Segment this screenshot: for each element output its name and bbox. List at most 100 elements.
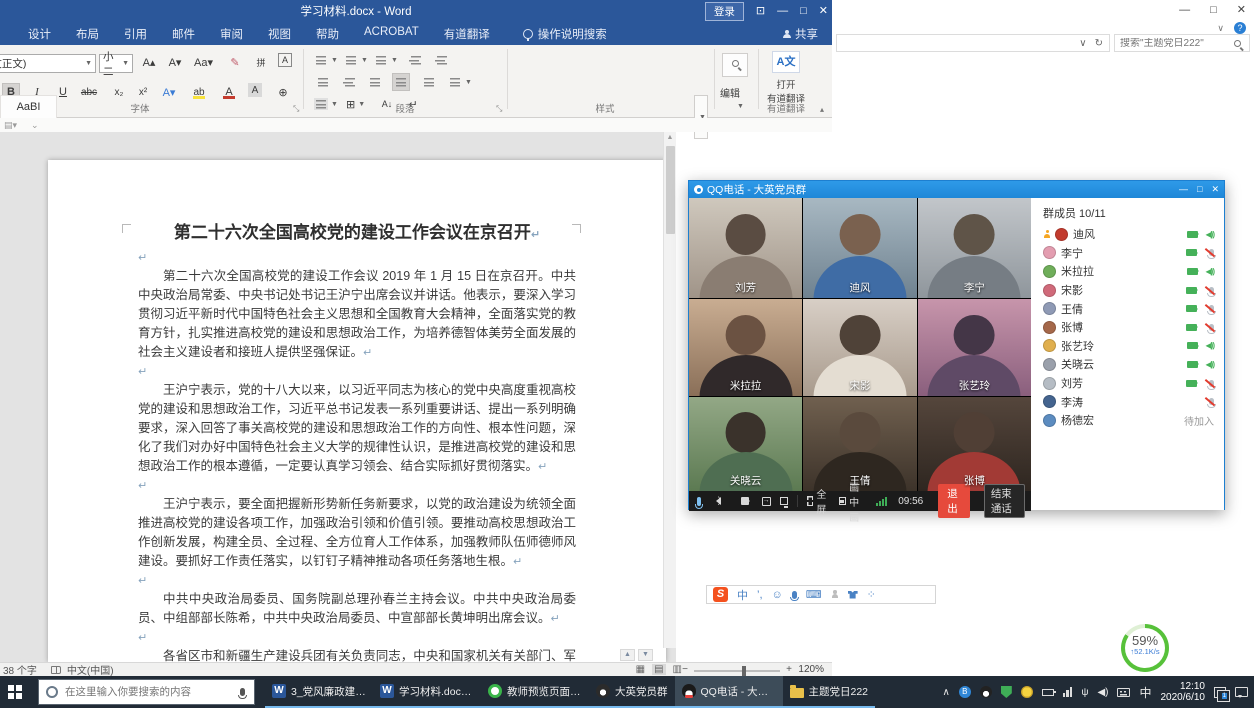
find-button[interactable] bbox=[722, 53, 748, 77]
zoom-in-button[interactable]: + bbox=[786, 664, 792, 675]
word-menu-tab[interactable]: ACROBAT bbox=[364, 26, 419, 42]
font-color-button[interactable]: A bbox=[220, 83, 238, 101]
explorer-search-input[interactable] bbox=[1115, 38, 1234, 49]
help-icon[interactable]: ? bbox=[1234, 22, 1246, 34]
shrink-font-button[interactable]: A▾ bbox=[166, 53, 184, 71]
subscript-button[interactable]: x₂ bbox=[110, 83, 128, 101]
input-language-indicator[interactable]: 中 bbox=[1139, 684, 1151, 701]
video-tile[interactable]: 迪风 bbox=[803, 198, 916, 298]
video-tile[interactable]: 刘芳 bbox=[689, 198, 802, 298]
word-menu-tab[interactable]: 帮助 bbox=[316, 26, 339, 42]
member-row[interactable]: 关晓云 bbox=[1031, 355, 1224, 374]
shading-button[interactable]: ▼ bbox=[314, 95, 338, 113]
security-shield-icon[interactable] bbox=[1001, 686, 1012, 698]
member-row[interactable]: 刘芳 bbox=[1031, 374, 1224, 393]
word-count[interactable]: 38 个字 bbox=[3, 662, 37, 677]
vertical-scrollbar[interactable]: ▲ bbox=[663, 132, 676, 648]
character-border-button[interactable]: A bbox=[278, 53, 292, 67]
video-tile[interactable]: 米拉拉 bbox=[689, 299, 802, 396]
zoom-out-button[interactable]: − bbox=[682, 664, 688, 675]
bullets-button[interactable]: ▼ bbox=[314, 51, 338, 69]
numbering-button[interactable]: ▼ bbox=[344, 51, 368, 69]
multilevel-list-button[interactable]: ▼ bbox=[374, 51, 398, 69]
qq-minimize-button[interactable]: — bbox=[1179, 184, 1188, 195]
word-menu-tab[interactable]: 视图 bbox=[268, 26, 291, 42]
distribute-button[interactable] bbox=[420, 73, 438, 91]
qq-maximize-button[interactable]: □ bbox=[1197, 184, 1202, 195]
word-menu-tab[interactable]: 审阅 bbox=[220, 26, 243, 42]
highlight-color-button[interactable]: ab bbox=[190, 83, 208, 101]
scrollbar-thumb[interactable] bbox=[666, 146, 675, 234]
justify-button[interactable] bbox=[392, 73, 410, 91]
qq-tray-icon[interactable] bbox=[980, 686, 992, 698]
word-login-button[interactable]: 登录 bbox=[705, 2, 744, 21]
qq-title-bar[interactable]: QQ电话 - 大英党员群 — □ ✕ bbox=[689, 181, 1224, 198]
soft-keyboard-icon[interactable]: ⌨ bbox=[806, 588, 822, 601]
voice-input-icon[interactable] bbox=[792, 591, 797, 599]
styles-more-button[interactable]: ▼ bbox=[694, 95, 708, 139]
decrease-indent-button[interactable] bbox=[406, 51, 424, 69]
sogou-logo-icon[interactable]: S bbox=[713, 587, 728, 602]
print-layout-button[interactable]: ▤ bbox=[652, 664, 665, 675]
refresh-icon[interactable]: ↻ bbox=[1095, 38, 1103, 49]
character-shading-button[interactable]: A bbox=[248, 83, 262, 97]
member-row[interactable]: 宋影 bbox=[1031, 281, 1224, 300]
zoom-slider[interactable] bbox=[694, 670, 780, 672]
expand-ribbon-icon[interactable]: ∨ bbox=[1217, 23, 1224, 34]
edit-menu-caret-icon[interactable]: ▼ bbox=[730, 97, 748, 115]
emoji-icon[interactable]: ☺ bbox=[772, 589, 783, 601]
video-tile[interactable]: 张博 bbox=[918, 397, 1031, 491]
microphone-icon[interactable] bbox=[697, 497, 701, 506]
taskbar-app-button[interactable]: 主题党日222 bbox=[783, 676, 876, 708]
fullscreen-button[interactable]: 全屏 bbox=[807, 486, 830, 516]
taskbar-app-button[interactable]: 教师预览页面 - 36... bbox=[481, 676, 589, 708]
scroll-up-icon[interactable]: ▲ bbox=[664, 132, 676, 141]
clock[interactable]: 12:10 2020/6/10 bbox=[1161, 681, 1206, 703]
line-spacing-button[interactable]: ▼ bbox=[448, 73, 472, 91]
align-left-button[interactable] bbox=[314, 73, 332, 91]
action-center-icon[interactable] bbox=[1235, 687, 1248, 697]
word-menu-tab[interactable]: 布局 bbox=[76, 26, 99, 42]
explorer-maximize-button[interactable]: □ bbox=[1210, 4, 1217, 16]
previous-page-button[interactable]: ▲ bbox=[620, 649, 635, 661]
youdao-translate-icon[interactable]: A文 bbox=[772, 51, 800, 73]
share-window-icon[interactable]: → bbox=[762, 497, 771, 506]
font-name-combo[interactable]: 线 (中文正文)▼ bbox=[0, 54, 96, 73]
phonetic-guide-button[interactable]: 拼 bbox=[252, 53, 270, 71]
member-row[interactable]: 王倩 bbox=[1031, 299, 1224, 318]
borders-button[interactable]: ⊞▼ bbox=[346, 95, 365, 113]
video-tile[interactable]: 王倩 bbox=[803, 397, 916, 491]
word-menu-tab[interactable]: 引用 bbox=[124, 26, 147, 42]
word-menu-tab[interactable]: 有道翻译 bbox=[444, 26, 490, 42]
font-dialog-launcher-icon[interactable]: ⤡ bbox=[293, 104, 299, 114]
account-icon[interactable] bbox=[831, 590, 839, 599]
camera-icon[interactable] bbox=[741, 497, 749, 505]
superscript-button[interactable]: x² bbox=[134, 83, 152, 101]
exit-call-button[interactable]: 退出 bbox=[938, 484, 970, 518]
taskbar-app-button[interactable]: 大英党员群 bbox=[589, 676, 675, 708]
video-tile[interactable]: 李宁 bbox=[918, 198, 1031, 298]
member-row[interactable]: 李涛 bbox=[1031, 392, 1224, 411]
grow-font-button[interactable]: A▴ bbox=[140, 53, 158, 71]
read-mode-button[interactable]: ▦ bbox=[636, 664, 645, 675]
taskbar-app-button[interactable]: QQ电话 - 大英党... bbox=[675, 676, 783, 708]
language-status[interactable]: 中文(中国) bbox=[67, 662, 114, 677]
battery-icon[interactable] bbox=[1042, 689, 1054, 696]
member-row[interactable]: 杨德宏 待加入 bbox=[1031, 411, 1224, 430]
text-effects-button[interactable]: A▾ bbox=[160, 83, 178, 101]
explorer-close-button[interactable]: ✕ bbox=[1237, 3, 1246, 16]
hidden-icons-chevron[interactable]: ∧ bbox=[942, 687, 949, 698]
explorer-address-bar[interactable]: ∨ ↻ bbox=[836, 34, 1110, 52]
word-menu-tab[interactable]: 设计 bbox=[28, 26, 51, 42]
change-case-button[interactable]: Aa▾ bbox=[194, 53, 213, 71]
notification-icon[interactable] bbox=[1214, 687, 1226, 698]
proofing-icon[interactable] bbox=[51, 666, 61, 674]
search-mic-icon[interactable] bbox=[240, 688, 245, 696]
taskbar-app-button[interactable]: 3_党风廉政建设相... bbox=[265, 676, 373, 708]
screen-share-icon[interactable] bbox=[780, 497, 788, 505]
word-minimize-button[interactable]: — bbox=[777, 6, 788, 17]
video-tile[interactable]: 张艺玲 bbox=[918, 299, 1031, 396]
word-close-button[interactable]: ✕ bbox=[819, 6, 828, 17]
next-page-button[interactable]: ▼ bbox=[638, 649, 653, 661]
align-center-button[interactable] bbox=[340, 73, 358, 91]
